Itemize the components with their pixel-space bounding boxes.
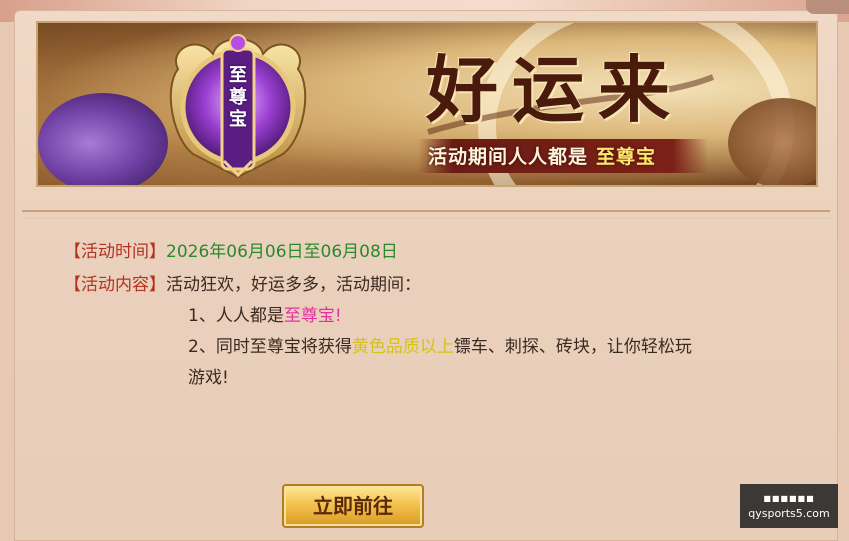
event-content-row: 【活动内容】活动狂欢，好运多多，活动期间： (64, 271, 421, 299)
watermark: ■■■■■■ qysports5.com (740, 484, 838, 528)
event-time-tag: 【活动时间】 (64, 242, 166, 262)
subtitle-prefix: 活动期间人人都是 (428, 146, 589, 168)
event-line-2: 2、同时至尊宝将获得黄色品质以上镖车、刺探、砖块，让你轻松玩 (188, 333, 692, 361)
watermark-dots: ■■■■■■ (763, 494, 815, 503)
event-content-intro: 活动狂欢，好运多多，活动期间： (166, 275, 421, 295)
event-content-tag: 【活动内容】 (64, 275, 166, 295)
watermark-site: qysports5.com (748, 507, 830, 520)
close-button[interactable] (806, 0, 849, 14)
line1-prefix: 1、人人都是 (188, 306, 284, 326)
event-banner: 至尊宝 好运来 活动期间人人都是 至尊宝 (36, 21, 818, 187)
event-time-value: 2026年06月06日至06月08日 (166, 242, 398, 262)
line2-highlight: 黄色品质以上 (351, 337, 454, 357)
go-now-button[interactable]: 立即前往 (282, 484, 424, 528)
line2-suffix: 镖车、刺探、砖块，让你轻松玩 (453, 337, 692, 357)
purple-cloud-decoration (38, 93, 168, 185)
subtitle-highlight: 至尊宝 (596, 146, 657, 168)
event-time-row: 【活动时间】2026年06月06日至06月08日 (64, 238, 398, 266)
event-line-1: 1、人人都是至尊宝! (188, 302, 342, 330)
line3-text: 游戏! (188, 368, 229, 388)
banner-title: 好运来 (426, 47, 685, 132)
line2-prefix: 2、同时至尊宝将获得 (188, 337, 352, 357)
section-divider (22, 210, 830, 219)
event-line-3: 游戏! (188, 364, 229, 392)
line1-highlight: 至尊宝! (283, 306, 342, 326)
banner-subtitle: 活动期间人人都是 至尊宝 (428, 143, 656, 171)
emblem-label: 至尊宝 (229, 65, 247, 130)
